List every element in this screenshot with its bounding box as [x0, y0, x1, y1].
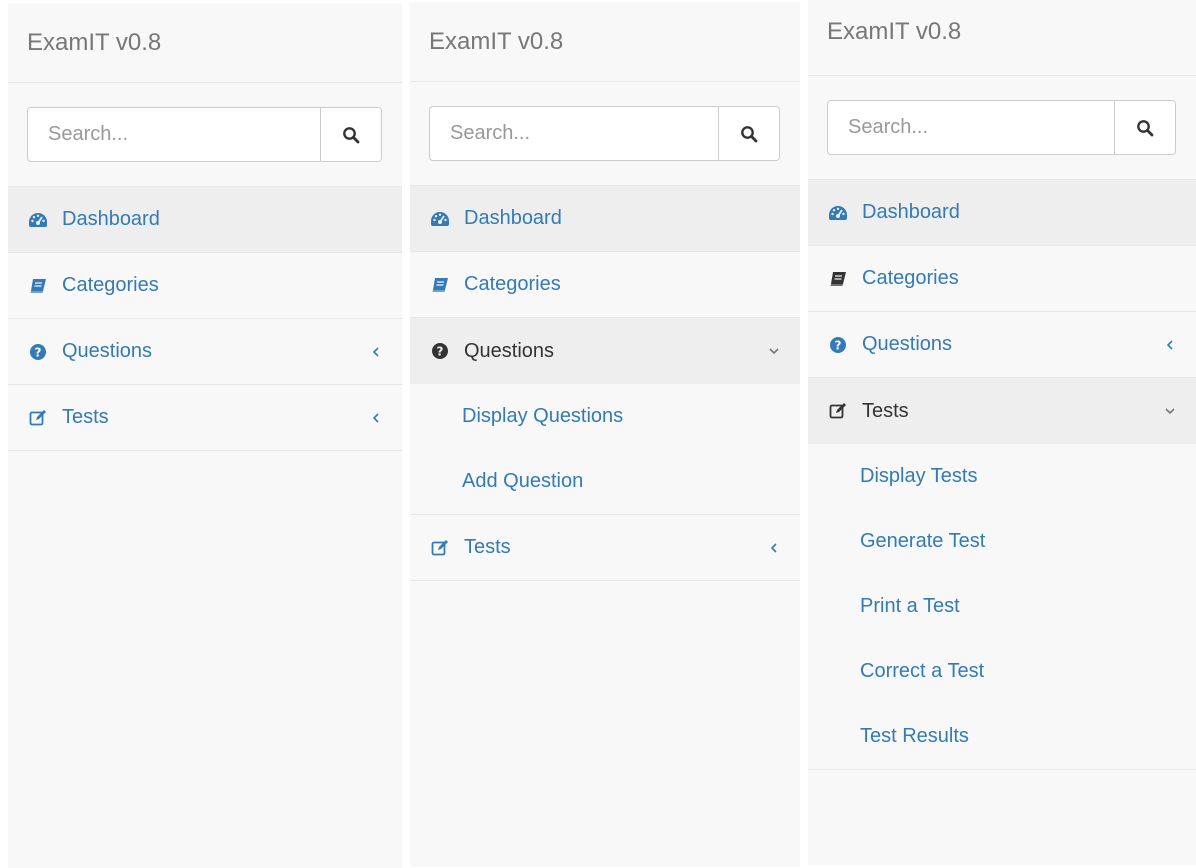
- brand-title[interactable]: ExamIT v0.8: [808, 0, 1196, 76]
- submenu-item-display-questions[interactable]: Display Questions: [410, 384, 800, 449]
- questions-submenu: Display Questions Add Question: [410, 384, 800, 515]
- search-area: [808, 76, 1196, 180]
- search-input[interactable]: [828, 101, 1114, 154]
- search-area: [410, 82, 800, 186]
- search-icon: [741, 125, 758, 142]
- edit-icon: [827, 401, 849, 421]
- nav-label-dashboard: Dashboard: [464, 207, 562, 229]
- nav-label-dashboard: Dashboard: [62, 208, 160, 230]
- search-button[interactable]: [1114, 101, 1175, 154]
- nav-label-tests: Tests: [62, 406, 109, 428]
- submenu-item-generate-test[interactable]: Generate Test: [808, 509, 1196, 574]
- question-circle-icon: ?: [827, 335, 849, 355]
- nav-item-categories[interactable]: Categories: [8, 253, 402, 319]
- book-icon: [27, 276, 49, 296]
- nav-item-dashboard[interactable]: Dashboard: [8, 187, 402, 253]
- search-group: [27, 107, 382, 162]
- dashboard-icon: [27, 210, 49, 230]
- svg-text:?: ?: [437, 345, 444, 359]
- nav-item-categories[interactable]: Categories: [410, 252, 800, 318]
- nav-item-tests[interactable]: Tests: [808, 378, 1196, 444]
- book-icon: [429, 275, 451, 295]
- chevron-down-icon[interactable]: [768, 345, 780, 357]
- dashboard-icon: [429, 209, 451, 229]
- chevron-left-icon[interactable]: [370, 346, 382, 358]
- book-icon: [827, 269, 849, 289]
- tests-submenu: Display Tests Generate Test Print a Test…: [808, 444, 1196, 770]
- search-group: [827, 100, 1176, 155]
- edit-icon: [429, 538, 451, 558]
- dashboard-icon: [827, 203, 849, 223]
- submenu-item-correct-a-test[interactable]: Correct a Test: [808, 639, 1196, 704]
- nav-item-questions[interactable]: ? Questions: [808, 312, 1196, 378]
- nav-label-categories: Categories: [62, 274, 159, 296]
- search-group: [429, 106, 780, 161]
- sidebar-panel-2: ExamIT v0.8 Dashboard Categories ? Quest…: [410, 2, 800, 867]
- submenu-item-add-question[interactable]: Add Question: [410, 449, 800, 514]
- nav-item-tests[interactable]: Tests: [410, 515, 800, 581]
- search-icon: [1137, 119, 1154, 136]
- nav-label-tests: Tests: [862, 399, 909, 422]
- search-button[interactable]: [320, 108, 381, 161]
- sidebar-panel-3: ExamIT v0.8 Dashboard Categories ? Quest…: [808, 0, 1196, 865]
- search-icon: [343, 126, 360, 143]
- search-button[interactable]: [718, 107, 779, 160]
- chevron-down-icon[interactable]: [1164, 405, 1176, 417]
- nav-label-tests: Tests: [464, 536, 511, 558]
- svg-text:?: ?: [35, 345, 42, 359]
- search-input[interactable]: [28, 108, 320, 161]
- search-input[interactable]: [430, 107, 718, 160]
- question-circle-icon: ?: [429, 341, 451, 361]
- nav-label-categories: Categories: [464, 273, 561, 295]
- svg-text:?: ?: [835, 338, 842, 352]
- nav-item-dashboard[interactable]: Dashboard: [808, 180, 1196, 246]
- chevron-left-icon[interactable]: [768, 542, 780, 554]
- nav-item-tests[interactable]: Tests: [8, 385, 402, 451]
- nav-label-questions: Questions: [862, 333, 953, 355]
- nav-item-dashboard[interactable]: Dashboard: [410, 186, 800, 252]
- sidebar-panel-1: ExamIT v0.8 Dashboard Categories ? Quest…: [8, 3, 402, 868]
- submenu-item-display-tests[interactable]: Display Tests: [808, 444, 1196, 509]
- nav-label-questions: Questions: [62, 340, 153, 362]
- nav-label-dashboard: Dashboard: [862, 201, 960, 223]
- nav-item-questions[interactable]: ? Questions: [410, 318, 800, 384]
- brand-title[interactable]: ExamIT v0.8: [410, 2, 800, 82]
- question-circle-icon: ?: [27, 342, 49, 362]
- brand-title[interactable]: ExamIT v0.8: [8, 3, 402, 83]
- submenu-item-print-a-test[interactable]: Print a Test: [808, 574, 1196, 639]
- nav-label-categories: Categories: [862, 267, 959, 289]
- nav-label-questions: Questions: [464, 339, 555, 362]
- search-area: [8, 83, 402, 187]
- edit-icon: [27, 408, 49, 428]
- nav-item-categories[interactable]: Categories: [808, 246, 1196, 312]
- submenu-item-test-results[interactable]: Test Results: [808, 704, 1196, 769]
- chevron-left-icon[interactable]: [1164, 339, 1176, 351]
- chevron-left-icon[interactable]: [370, 412, 382, 424]
- nav-item-questions[interactable]: ? Questions: [8, 319, 402, 385]
